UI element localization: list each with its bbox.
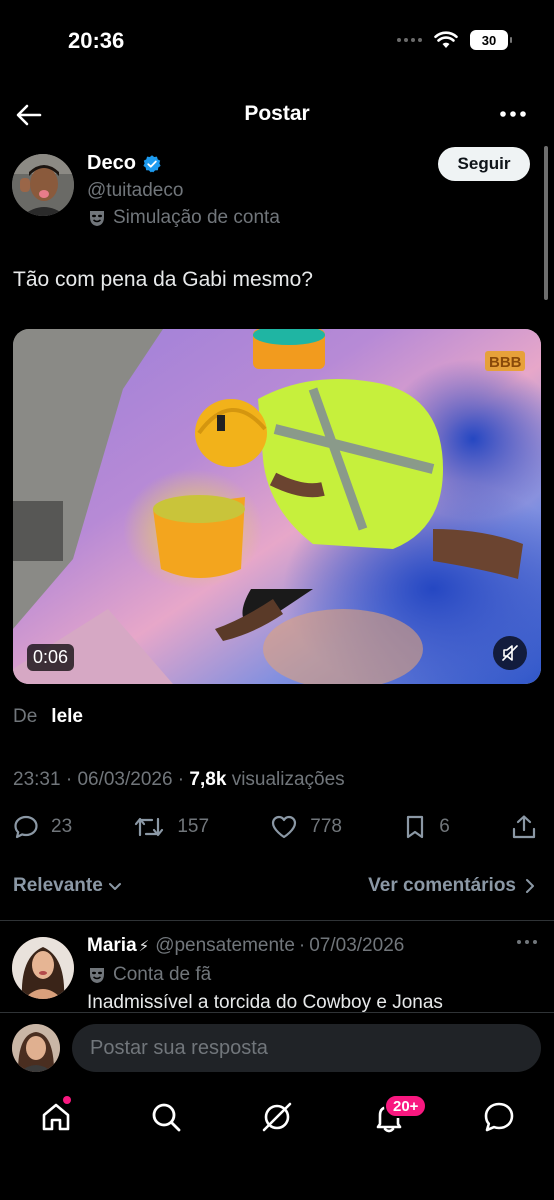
reply-avatar[interactable]: [12, 937, 74, 999]
bookmark-button[interactable]: 6: [403, 814, 450, 840]
share-button[interactable]: [511, 814, 537, 840]
tab-messages[interactable]: [482, 1100, 516, 1134]
tab-search[interactable]: [149, 1100, 183, 1134]
home-icon: [42, 1103, 70, 1131]
reply-input[interactable]: [72, 1024, 541, 1072]
chevron-down-icon: [108, 883, 121, 890]
reply-author-handle: @pensatemente: [155, 935, 295, 956]
reply-separator: ·: [298, 935, 306, 956]
my-avatar[interactable]: [12, 1024, 60, 1072]
author-name-text: Deco: [87, 152, 136, 174]
theater-mask-icon: [90, 968, 104, 983]
like-count: 778: [310, 816, 342, 837]
speaker-muted-icon: [502, 645, 518, 661]
lightning-icon: ⚡: [138, 938, 150, 955]
reply-author-name: Maria: [87, 935, 137, 956]
like-button[interactable]: 778: [270, 814, 342, 840]
reply-date: 07/03/2026: [309, 935, 405, 956]
avatar-photo: [12, 154, 74, 216]
media-source-prefix: De: [13, 706, 38, 727]
scrollbar[interactable]: [544, 146, 548, 300]
account-label: Simulação de conta: [87, 207, 280, 229]
views-count: 7,8k: [189, 769, 227, 790]
heart-icon: [272, 815, 297, 839]
post-actions: 23 157 778 6: [13, 814, 537, 840]
bookmark-count: 6: [439, 816, 450, 837]
home-notification-dot: [63, 1096, 71, 1104]
battery-level: 30: [481, 32, 497, 48]
media-source: De lele: [13, 706, 83, 728]
reply-text: Inadmissível a torcida do Cowboy e Jonas: [87, 992, 443, 1013]
tab-home[interactable]: [39, 1100, 73, 1134]
mute-button[interactable]: [493, 636, 527, 670]
author-name[interactable]: Deco: [87, 152, 162, 175]
sort-dropdown[interactable]: Relevante: [13, 875, 123, 897]
author-avatar[interactable]: [12, 154, 74, 216]
view-comments-label: Ver comentários: [368, 875, 516, 896]
media-source-user[interactable]: lele: [51, 706, 83, 728]
post-text: Tão com pena da Gabi mesmo?: [13, 268, 313, 291]
view-comments-link[interactable]: Ver comentários: [368, 875, 536, 897]
more-horizontal-icon: [500, 111, 526, 117]
author-handle[interactable]: @tuitadeco: [87, 180, 183, 202]
wifi-icon: [434, 31, 458, 48]
account-label-text: Simulação de conta: [113, 207, 280, 228]
post-video[interactable]: BBB 0:06: [13, 329, 541, 684]
reply-more-button[interactable]: [516, 936, 538, 948]
post-date: 06/03/2026: [77, 769, 173, 790]
more-horizontal-icon: [517, 940, 537, 944]
comment-icon: [14, 815, 38, 839]
reply-button[interactable]: 23: [13, 814, 72, 840]
battery-icon: 30: [470, 30, 512, 50]
divider: [0, 920, 554, 921]
grok-icon: [262, 1102, 292, 1132]
post-meta: 23:31 · 06/03/2026 · 7,8k visualizações: [13, 769, 345, 790]
repost-icon: [135, 817, 164, 837]
signal-icon: [397, 38, 422, 42]
video-frame: BBB: [13, 329, 541, 684]
reply-avatar-photo: [12, 937, 74, 999]
video-watermark: BBB: [489, 354, 522, 371]
status-time: 20:36: [68, 28, 125, 53]
sort-label: Relevante: [13, 875, 103, 896]
post-time: 23:31: [13, 769, 61, 790]
reply-header[interactable]: Maria ⚡ @pensatemente · 07/03/2026: [87, 935, 404, 957]
my-avatar-photo: [12, 1024, 60, 1072]
video-duration: 0:06: [27, 644, 75, 671]
search-icon: [152, 1103, 181, 1132]
reply-account-label: Conta de fã: [87, 964, 211, 986]
follow-button[interactable]: Seguir: [438, 147, 530, 181]
more-options-button[interactable]: [498, 104, 528, 124]
notifications-badge: 20+: [384, 1094, 428, 1118]
page-title: Postar: [244, 102, 310, 125]
reply-count: 23: [51, 816, 73, 837]
verified-badge-icon: [143, 154, 161, 172]
tab-grok[interactable]: [260, 1100, 294, 1134]
repost-count: 157: [177, 816, 210, 837]
theater-mask-icon: [90, 211, 104, 226]
reply-account-label-text: Conta de fã: [113, 964, 212, 985]
views-label: visualizações: [231, 769, 345, 790]
bookmark-icon: [407, 815, 424, 839]
message-icon: [484, 1102, 514, 1132]
repost-button[interactable]: 157: [133, 814, 209, 840]
status-icons: 30: [397, 30, 512, 50]
share-icon: [512, 815, 536, 839]
chevron-right-icon: [526, 879, 534, 893]
